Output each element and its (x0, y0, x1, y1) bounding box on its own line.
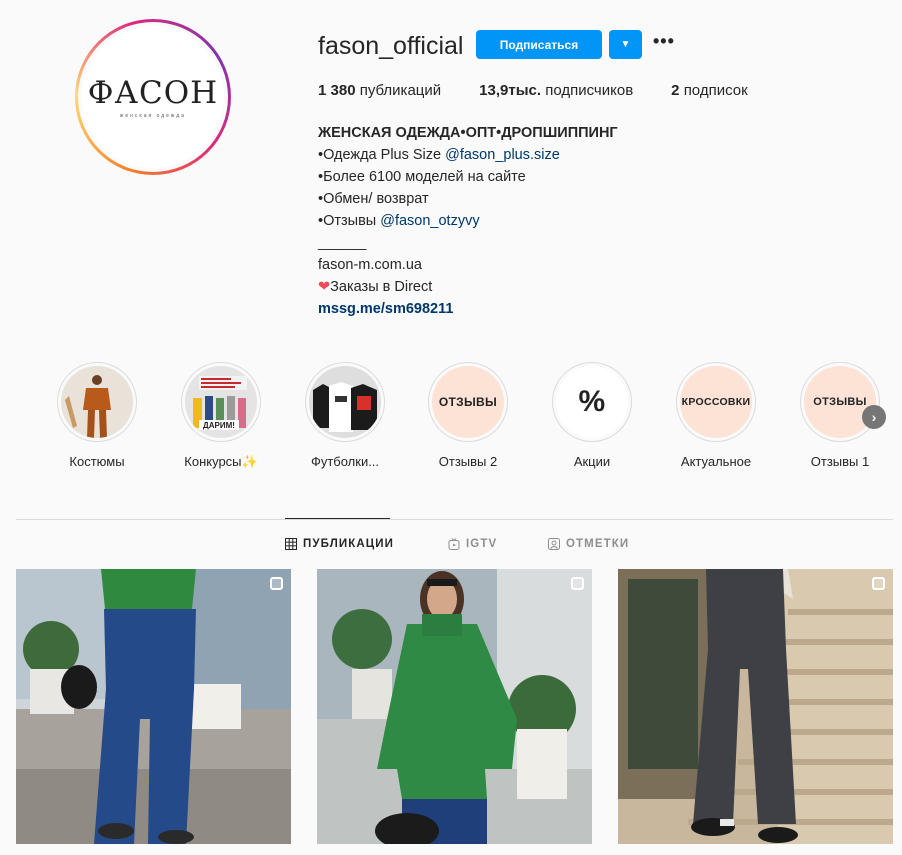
highlight-cover-text: ОТЗЫВЫ (813, 396, 867, 408)
tab-label: ПУБЛИКАЦИИ (303, 538, 394, 550)
highlight-label: Актуальное (680, 454, 752, 469)
followers-stat[interactable]: 13,9тыс. подписчиков (479, 82, 633, 99)
avatar-inner-border: ФАСОН женская одежда (78, 22, 228, 172)
highlight-konkursy[interactable]: ДАРИМ! Конкурсы✨ (171, 362, 271, 470)
highlight-otzyvy-2[interactable]: ОТЗЫВЫ Отзывы 2 (418, 362, 518, 469)
follow-button[interactable]: Подписаться (476, 30, 602, 59)
followers-label: подписчиков (545, 82, 634, 99)
post-thumbnail[interactable] (317, 569, 592, 844)
highlight-aktualnoe[interactable]: КРОССОВКИ Актуальное (666, 362, 766, 469)
highlight-cover-text: КРОССОВКИ (681, 396, 751, 408)
igtv-icon (448, 538, 460, 550)
post-thumbnail[interactable] (618, 569, 893, 844)
jeans-post-image (16, 569, 291, 844)
profile-stats: 1 380 публикаций 13,9тыс. подписчиков 2 … (318, 82, 786, 99)
avatar: ФАСОН женская одежда (82, 26, 224, 168)
highlight-ring: КРОССОВКИ (676, 362, 756, 442)
carousel-icon (270, 577, 283, 590)
profile-bio: ЖЕНСКАЯ ОДЕЖДА•ОПТ•ДРОПШИППИНГ •Одежда P… (318, 122, 618, 320)
highlight-thumbnail (61, 366, 133, 438)
giveaway-photo: ДАРИМ! (185, 366, 257, 438)
tab-label: ОТМЕТКИ (566, 538, 630, 550)
tshirts-photo (309, 366, 381, 438)
carousel-icon (571, 577, 584, 590)
chevron-right-icon[interactable]: › (862, 405, 886, 429)
heart-icon: ❤ (318, 279, 331, 295)
mention-link[interactable]: @fason_otzyvy (380, 213, 479, 229)
posts-count-stat: 1 380 публикаций (318, 82, 441, 99)
highlight-ring (57, 362, 137, 442)
post-thumbnail[interactable] (16, 569, 291, 844)
bio-line: •Обмен/ возврат (318, 191, 429, 207)
bio-text: •Одежда Plus Size (318, 147, 446, 163)
bio-line: •Более 6100 моделей на сайте (318, 169, 526, 185)
percent-icon: % (578, 385, 606, 418)
posts-label: публикаций (359, 82, 442, 99)
more-options-icon[interactable]: ••• (653, 31, 675, 52)
suit-photo (61, 366, 133, 438)
tab-posts[interactable]: ПУБЛИКАЦИИ (285, 538, 394, 550)
followers-count: 13,9тыс. (479, 82, 542, 99)
suggested-accounts-button[interactable]: ▼ (609, 30, 642, 59)
following-label: подписок (683, 82, 748, 99)
highlight-label: Конкурсы✨ (184, 454, 258, 469)
story-highlights: Костюмы ДАРИМ! Конкурсы✨ Футболки... ОТЗ… (0, 362, 902, 472)
giveaway-overlay-text: ДАРИМ! (203, 421, 235, 430)
profile-avatar[interactable]: ФАСОН женская одежда (75, 19, 231, 175)
bio-text: •Отзывы (318, 213, 381, 229)
following-count: 2 (671, 82, 680, 99)
brand-logo: ФАСОН (87, 75, 219, 111)
bio-line: •Отзывы @fason_otzyvy (318, 210, 618, 232)
mention-link[interactable]: @fason_plus.size (445, 147, 560, 163)
tagged-icon (548, 538, 560, 550)
grid-icon (285, 538, 297, 550)
bio-text: Заказы в Direct (330, 279, 433, 295)
tab-tagged[interactable]: ОТМЕТКИ (548, 538, 629, 550)
bio-title: ЖЕНСКАЯ ОДЕЖДА•ОПТ•ДРОПШИППИНГ (318, 125, 618, 141)
highlight-ring (305, 362, 385, 442)
highlight-thumbnail: КРОССОВКИ (680, 366, 752, 438)
carousel-icon (872, 577, 885, 590)
highlight-cover-text: ОТЗЫВЫ (438, 395, 498, 409)
active-tab-indicator (285, 518, 390, 519)
grey-jeans-post-image (618, 569, 893, 844)
tabs-divider (16, 519, 893, 520)
highlight-aktsii[interactable]: % Акции (542, 362, 642, 469)
highlight-label: Отзывы 1 (810, 454, 870, 469)
following-stat[interactable]: 2 подписок (671, 82, 747, 99)
highlight-ring: ОТЗЫВЫ (800, 362, 880, 442)
brand-logo-subtitle: женская одежда (120, 113, 186, 119)
highlight-label: Футболки... (310, 454, 380, 469)
posts-count: 1 380 (318, 82, 356, 99)
caret-down-icon: ▼ (620, 39, 631, 50)
bio-line: ❤Заказы в Direct (318, 276, 618, 298)
highlight-ring: % (552, 362, 632, 442)
highlight-thumbnail: ДАРИМ! (185, 366, 257, 438)
bio-separator: ______ (318, 235, 367, 251)
tab-igtv[interactable]: IGTV (448, 538, 497, 550)
external-link[interactable]: mssg.me/sm698211 (318, 298, 618, 320)
profile-username: fason_official (318, 32, 464, 60)
highlight-ring: ОТЗЫВЫ (428, 362, 508, 442)
highlight-futbolki[interactable]: Футболки... (295, 362, 395, 469)
highlight-kostyumy[interactable]: Костюмы (47, 362, 147, 469)
highlight-thumbnail: ОТЗЫВЫ (804, 366, 876, 438)
tab-label: IGTV (466, 538, 498, 550)
highlight-thumbnail: ОТЗЫВЫ (432, 366, 504, 438)
green-sweater-post-image (317, 569, 592, 844)
highlight-label: Отзывы 2 (438, 454, 498, 469)
bio-line: •Одежда Plus Size @fason_plus.size (318, 144, 618, 166)
highlight-thumbnail (309, 366, 381, 438)
highlight-label: Акции (573, 454, 611, 469)
highlight-thumbnail: % (556, 366, 628, 438)
bio-site: fason-m.com.ua (318, 257, 422, 273)
highlight-ring: ДАРИМ! (181, 362, 261, 442)
highlight-label: Костюмы (69, 454, 125, 469)
